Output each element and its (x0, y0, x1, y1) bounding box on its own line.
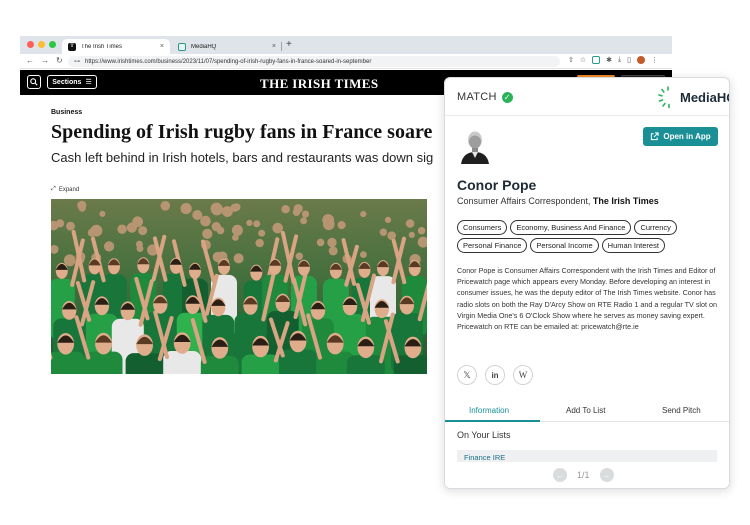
social-links: 𝕏 in W (457, 365, 533, 385)
tab-divider (281, 42, 282, 51)
topic-tag[interactable]: Currency (634, 220, 677, 235)
navigation-buttons: ← → ↻ (26, 56, 63, 65)
reload-icon[interactable]: ↻ (56, 56, 63, 65)
new-tab-button[interactable]: + (286, 39, 292, 51)
tab-mediahq[interactable]: MediaHQ × (172, 39, 282, 54)
journalist-bio: Conor Pope is Consumer Affairs Correspon… (457, 266, 717, 332)
irish-times-icon: T (68, 42, 76, 51)
tab-bar: T The Irish Times × MediaHQ × + (20, 36, 672, 54)
list-item[interactable]: Finance IRE (457, 450, 717, 462)
share-icon[interactable]: ⇧ (568, 56, 574, 64)
mediahq-extension-icon[interactable] (592, 56, 601, 64)
maximize-window-button[interactable] (49, 41, 56, 48)
linkedin-icon[interactable]: in (485, 365, 505, 385)
site-masthead[interactable]: THE IRISH TIMES (260, 76, 378, 92)
page-indicator: 1/1 (577, 470, 590, 480)
next-page-icon[interactable]: → (599, 468, 614, 482)
close-window-button[interactable] (27, 41, 34, 48)
browser-toolbar: ⇧ ☆ ✱ ⤓ ▯ ⋮ (568, 56, 658, 64)
forward-icon[interactable]: → (41, 56, 49, 65)
article-headline: Spending of Irish rugby fans in France s… (51, 121, 433, 143)
search-icon (30, 78, 38, 86)
expand-icon: ⤢ (51, 186, 56, 192)
sections-label: Sections (52, 78, 82, 86)
expand-image-button[interactable]: ⤢ Expand (51, 186, 79, 193)
article-category[interactable]: Business (51, 109, 82, 116)
match-status: MATCH ✓ (457, 91, 513, 103)
open-in-app-button[interactable]: Open in App (643, 127, 718, 146)
url-text: https://www.irishtimes.com/business/2023… (85, 58, 372, 65)
site-info-icon[interactable]: ⊶ (74, 58, 80, 65)
close-tab-icon[interactable]: × (272, 43, 276, 50)
address-bar: ← → ↻ ⊶ https://www.irishtimes.com/busin… (20, 54, 672, 69)
mediahq-panel: MATCH ✓ MediaHQ (444, 77, 730, 489)
back-icon[interactable]: ← (26, 56, 34, 65)
tab-irish-times[interactable]: T The Irish Times × (62, 39, 170, 54)
tab-add-to-list[interactable]: Add To List (566, 406, 605, 415)
topic-tags: Consumers Economy, Business And Finance … (457, 220, 719, 253)
download-icon[interactable]: ⤓ (618, 56, 621, 64)
close-tab-icon[interactable]: × (160, 43, 164, 50)
active-tab-indicator (445, 420, 540, 422)
topic-tag[interactable]: Personal Finance (457, 238, 528, 253)
side-panel-icon[interactable]: ▯ (627, 56, 631, 64)
expand-label: Expand (58, 186, 80, 193)
site-search-button[interactable] (27, 75, 41, 89)
article-standfirst: Cash left behind in Irish hotels, bars a… (51, 150, 434, 165)
journalist-name: Conor Pope (457, 177, 537, 193)
open-in-app-label: Open in App (663, 132, 711, 141)
topic-tag[interactable]: Consumers (457, 220, 508, 235)
previous-page-icon[interactable]: ← (553, 468, 567, 482)
tab-information[interactable]: Information (469, 406, 509, 415)
external-link-icon (651, 132, 659, 141)
topic-tag[interactable]: Human Interest (601, 238, 665, 253)
hamburger-icon: ☰ (85, 79, 92, 86)
mediahq-logo: MediaHQ (658, 85, 729, 109)
profile-avatar-icon[interactable] (637, 56, 645, 64)
extensions-puzzle-icon[interactable]: ✱ (606, 56, 612, 64)
wikipedia-icon[interactable]: W (513, 365, 533, 385)
logo-text: MediaHQ (680, 89, 729, 105)
panel-tabs: Information Add To List Send Pitch (445, 400, 729, 422)
bookmark-star-icon[interactable]: ☆ (580, 56, 586, 64)
tab-label: MediaHQ (191, 43, 217, 50)
panel-header: MATCH ✓ MediaHQ (445, 78, 729, 116)
x-twitter-icon[interactable]: 𝕏 (457, 365, 477, 385)
article-photo (51, 199, 427, 374)
minimize-window-button[interactable] (38, 41, 45, 48)
match-label: MATCH (457, 91, 497, 103)
mediahq-logo-icon (658, 86, 670, 109)
rugby-fans-photo (51, 199, 427, 374)
topic-tag[interactable]: Personal Income (530, 238, 599, 253)
pager: ← 1/1 → (553, 468, 614, 482)
url-field[interactable]: ⊶ https://www.irishtimes.com/business/20… (68, 56, 560, 67)
tab-send-pitch[interactable]: Send Pitch (662, 406, 701, 415)
role-text: Consumer Affairs Correspondent, (457, 196, 591, 206)
tab-label: The Irish Times (81, 43, 123, 50)
more-menu-icon[interactable]: ⋮ (651, 56, 658, 64)
journalist-role: Consumer Affairs Correspondent, The Iris… (457, 196, 659, 206)
journalist-avatar (459, 128, 491, 164)
lists-section-title: On Your Lists (457, 430, 511, 440)
mediahq-icon (178, 42, 186, 51)
window-controls (27, 41, 56, 48)
check-circle-icon: ✓ (501, 91, 513, 103)
sections-menu-button[interactable]: Sections ☰ (47, 75, 97, 89)
topic-tag[interactable]: Economy, Business And Finance (510, 220, 632, 235)
outlet-name: The Irish Times (592, 196, 659, 206)
